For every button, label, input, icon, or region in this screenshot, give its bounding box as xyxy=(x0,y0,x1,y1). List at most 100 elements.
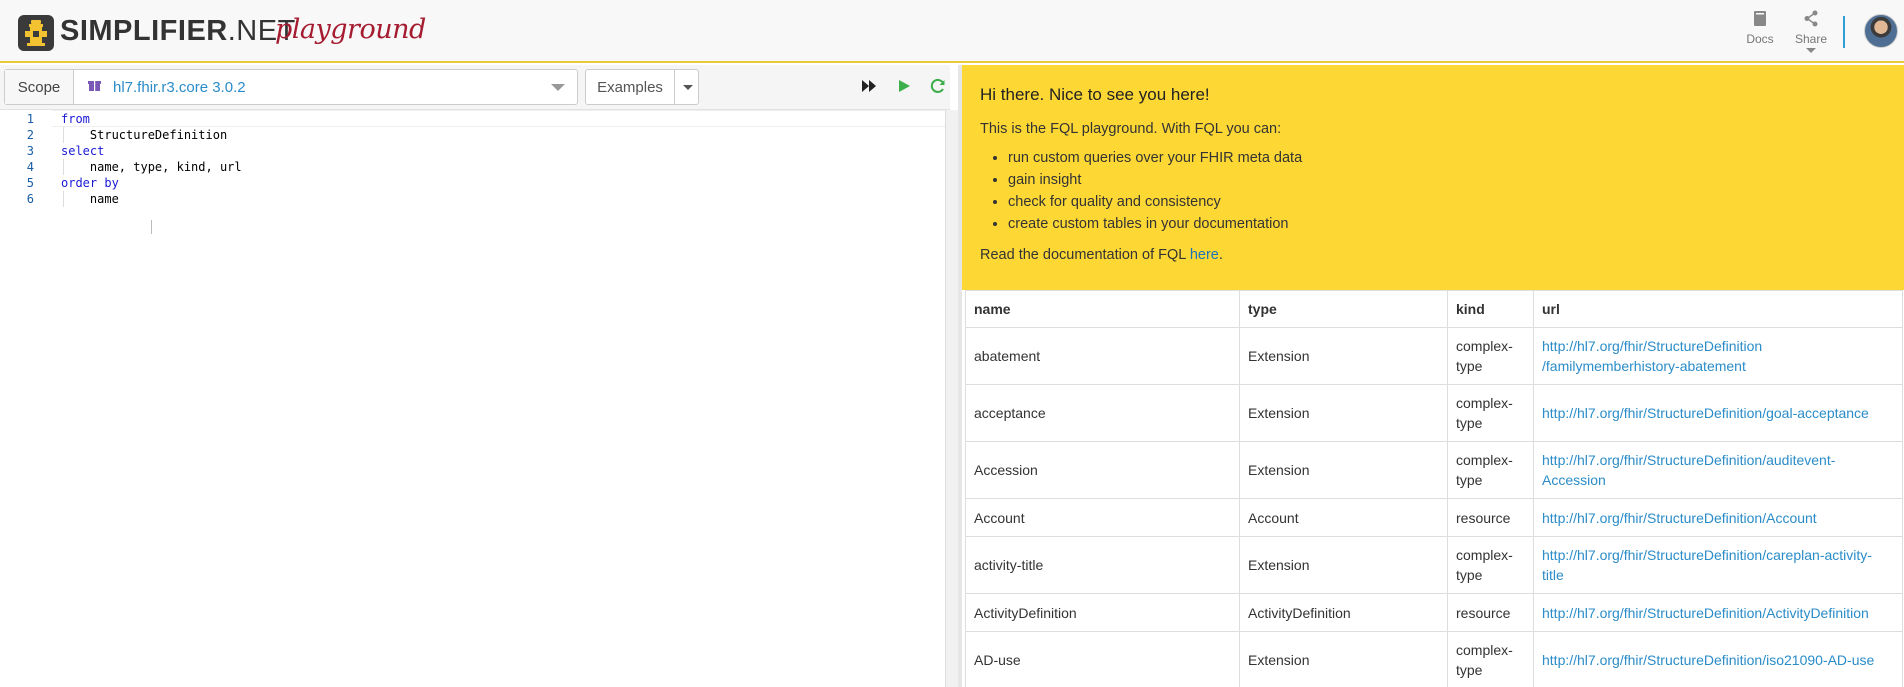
package-icon xyxy=(88,79,101,95)
cell-url: http://hl7.org/fhir/StructureDefinition/… xyxy=(1533,384,1903,442)
editor-toolbar: Scope hl7.fhir.r3.core 3.0.2 Examples xyxy=(0,65,950,110)
feature-item: run custom queries over your FHIR meta d… xyxy=(1008,149,1886,167)
cell-name: acceptance xyxy=(965,384,1240,442)
url-link[interactable]: http://hl7.org/fhir/StructureDefinition/… xyxy=(1542,510,1817,526)
hydrant-logo-icon[interactable] xyxy=(18,15,54,51)
share-caret-icon xyxy=(1806,48,1816,53)
url-line1: http://hl7.org/fhir/StructureDefinition/… xyxy=(1542,452,1836,468)
cell-type: ActivityDefinition xyxy=(1239,593,1448,632)
scope-selector[interactable]: Scope hl7.fhir.r3.core 3.0.2 xyxy=(4,69,578,105)
line-number: 1 xyxy=(26,112,34,126)
chevron-down-icon xyxy=(551,84,565,91)
run-icon[interactable] xyxy=(895,77,915,97)
feature-list: run custom queries over your FHIR meta d… xyxy=(1008,149,1886,233)
book-icon xyxy=(1738,10,1782,28)
header-divider xyxy=(1843,16,1845,48)
cell-name: ActivityDefinition xyxy=(965,593,1240,632)
code-keyword[interactable]: from xyxy=(61,111,90,127)
text-cursor-icon xyxy=(151,220,152,234)
url-link[interactable]: http://hl7.org/fhir/StructureDefinition/… xyxy=(1542,652,1874,668)
url-link[interactable]: http://hl7.org/fhir/StructureDefinition/… xyxy=(1542,452,1835,488)
cell-url: http://hl7.org/fhir/StructureDefinition/… xyxy=(1533,631,1903,687)
intro-greeting: Hi there. Nice to see you here! xyxy=(980,85,1210,104)
table-row: Accession Extension complex-type http://… xyxy=(965,441,1903,499)
cell-kind: complex-type xyxy=(1447,327,1534,385)
cell-type: Extension xyxy=(1239,441,1448,499)
user-avatar[interactable] xyxy=(1864,14,1898,48)
brand-name[interactable]: SIMPLIFIER.NET xyxy=(60,15,296,48)
cell-name: abatement xyxy=(965,327,1240,385)
table-row: AD-use Extension complex-type http://hl7… xyxy=(965,631,1903,687)
cell-kind: resource xyxy=(1447,593,1534,632)
code-keyword[interactable]: select xyxy=(61,143,104,159)
results-table: name type kind url abatement Extension c… xyxy=(965,290,1903,687)
docs-label: Docs xyxy=(1746,32,1774,46)
cell-url: http://hl7.org/fhir/StructureDefinition/… xyxy=(1533,441,1903,499)
code-text[interactable]: name, type, kind, url xyxy=(61,159,242,175)
table-row: activity-title Extension complex-type ht… xyxy=(965,536,1903,594)
url-line2: Accession xyxy=(1542,472,1606,488)
examples-button[interactable]: Examples xyxy=(586,70,675,104)
table-row: Account Account resource http://hl7.org/… xyxy=(965,498,1903,537)
url-link[interactable]: http://hl7.org/fhir/StructureDefinition /… xyxy=(1542,338,1762,374)
column-header-url[interactable]: url xyxy=(1533,290,1903,328)
url-line2: /familymemberhistory-abatement xyxy=(1542,358,1746,374)
cell-name: AD-use xyxy=(965,631,1240,687)
line-number: 3 xyxy=(26,144,34,158)
feature-item: gain insight xyxy=(1008,171,1886,189)
docs-link[interactable]: here xyxy=(1190,247,1219,263)
results-panel: Hi there. Nice to see you here! This is … xyxy=(962,65,1904,687)
scope-value: hl7.fhir.r3.core 3.0.2 xyxy=(113,78,246,96)
cell-kind: complex-type xyxy=(1447,631,1534,687)
cell-kind: resource xyxy=(1447,498,1534,537)
column-header-name[interactable]: name xyxy=(965,290,1240,328)
cell-type: Extension xyxy=(1239,327,1448,385)
url-link[interactable]: http://hl7.org/fhir/StructureDefinition/… xyxy=(1542,547,1872,583)
cell-url: http://hl7.org/fhir/StructureDefinition /… xyxy=(1533,327,1903,385)
scope-label: Scope xyxy=(5,70,74,104)
url-line2: title xyxy=(1542,567,1564,583)
examples-dropdown[interactable]: Examples xyxy=(585,69,699,105)
feature-item: create custom tables in your documentati… xyxy=(1008,215,1886,233)
cell-type: Extension xyxy=(1239,384,1448,442)
code-text[interactable]: StructureDefinition xyxy=(61,127,227,143)
share-button[interactable]: Share xyxy=(1789,10,1833,53)
column-header-kind[interactable]: kind xyxy=(1447,290,1534,328)
cell-url: http://hl7.org/fhir/StructureDefinition/… xyxy=(1533,593,1903,632)
docs-suffix: . xyxy=(1218,247,1223,263)
cell-type: Extension xyxy=(1239,631,1448,687)
share-label: Share xyxy=(1794,32,1828,46)
cell-kind: complex-type xyxy=(1447,441,1534,499)
code-keyword[interactable]: order by xyxy=(61,175,119,191)
run-all-icon[interactable] xyxy=(860,77,880,97)
intro-banner: Hi there. Nice to see you here! This is … xyxy=(962,65,1904,290)
query-editor[interactable]: 1 2 3 4 5 6 from StructureDefinition sel… xyxy=(0,110,950,687)
url-link[interactable]: http://hl7.org/fhir/StructureDefinition/… xyxy=(1542,605,1869,621)
url-line1: http://hl7.org/fhir/StructureDefinition xyxy=(1542,338,1763,354)
brand-main: SIMPLIFIER xyxy=(60,15,228,47)
code-text[interactable]: name xyxy=(61,191,119,207)
docs-button[interactable]: Docs xyxy=(1738,10,1782,46)
cell-name: Account xyxy=(965,498,1240,537)
refresh-icon[interactable] xyxy=(929,77,949,97)
intro-lead: This is the FQL playground. With FQL you… xyxy=(980,121,1282,137)
cell-url: http://hl7.org/fhir/StructureDefinition/… xyxy=(1533,498,1903,537)
brand-tagline: playground xyxy=(275,14,426,45)
table-row: ActivityDefinition ActivityDefinition re… xyxy=(965,593,1903,632)
url-link[interactable]: http://hl7.org/fhir/StructureDefinition/… xyxy=(1542,405,1869,421)
cell-type: Extension xyxy=(1239,536,1448,594)
line-number: 2 xyxy=(26,128,34,142)
table-row: acceptance Extension complex-type http:/… xyxy=(965,384,1903,442)
examples-caret-icon[interactable] xyxy=(675,70,698,104)
active-line-highlight xyxy=(52,110,945,127)
docs-note: Read the documentation of FQL here. xyxy=(980,247,1886,263)
url-line1: http://hl7.org/fhir/StructureDefinition/… xyxy=(1542,547,1872,563)
table-row: abatement Extension complex-type http://… xyxy=(965,327,1903,385)
cell-kind: complex-type xyxy=(1447,384,1534,442)
scope-dropdown[interactable]: hl7.fhir.r3.core 3.0.2 xyxy=(74,70,577,104)
column-header-type[interactable]: type xyxy=(1239,290,1448,328)
cell-name: Accession xyxy=(965,441,1240,499)
share-icon xyxy=(1789,10,1833,28)
table-header-row: name type kind url xyxy=(965,290,1903,328)
cell-url: http://hl7.org/fhir/StructureDefinition/… xyxy=(1533,536,1903,594)
